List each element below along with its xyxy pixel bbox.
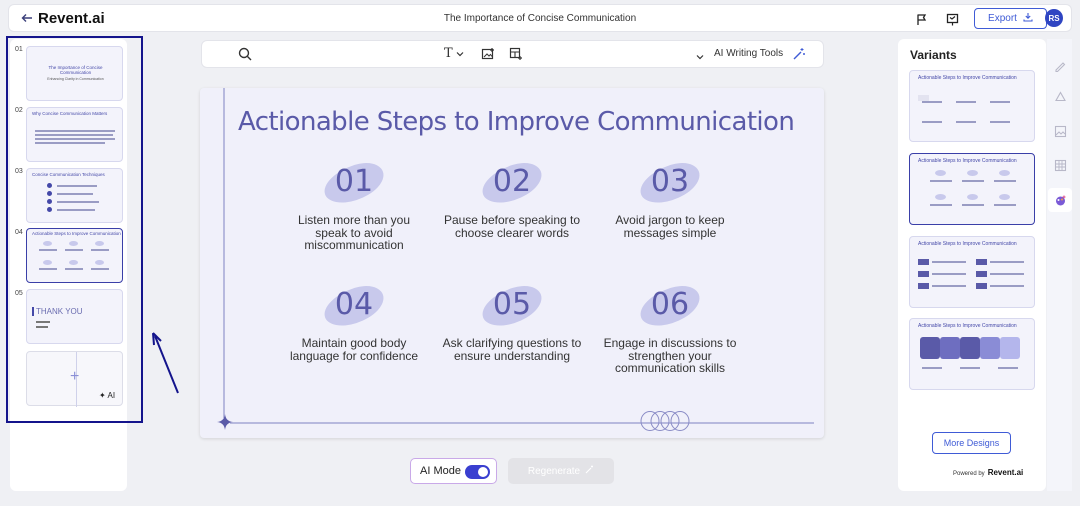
ai-mode-label: AI Mode: [420, 465, 461, 477]
slide-title[interactable]: Actionable Steps to Improve Communicatio…: [238, 107, 795, 137]
step-number: 01: [334, 164, 374, 199]
annotation-highlight-box: [6, 36, 143, 423]
step-number: 03: [650, 164, 690, 199]
step-text: Pause before speaking to choose clearer …: [443, 213, 581, 240]
annotation-arrow-icon: [152, 332, 179, 394]
text-icon[interactable]: T: [444, 46, 464, 61]
decor-rings-icon: [640, 411, 690, 431]
regenerate-button[interactable]: Regenerate: [508, 458, 614, 484]
step-item[interactable]: 04 Maintain good body language for confi…: [284, 280, 424, 363]
variant-title: Actionable Steps to Improve Communicatio…: [918, 158, 1017, 164]
step-item[interactable]: 02 Pause before speaking to choose clear…: [442, 157, 582, 240]
more-designs-button[interactable]: More Designs: [932, 432, 1011, 454]
download-icon: [1023, 12, 1033, 25]
table-icon[interactable]: [1053, 158, 1067, 172]
step-item[interactable]: 05 Ask clarifying questions to ensure un…: [442, 280, 582, 363]
step-text: Listen more than you speak to avoid misc…: [297, 213, 411, 252]
step-number: 05: [492, 287, 532, 322]
variant-card-2[interactable]: Actionable Steps to Improve Communicatio…: [909, 153, 1035, 225]
ai-writing-tools-button[interactable]: AI Writing Tools: [714, 48, 783, 59]
sparkle-icon: [217, 414, 233, 433]
variant-title: Actionable Steps to Improve Communicatio…: [918, 75, 1017, 81]
slide-canvas[interactable]: Actionable Steps to Improve Communicatio…: [200, 88, 824, 438]
variants-title: Variants: [910, 48, 957, 62]
variant-title: Actionable Steps to Improve Communicatio…: [918, 323, 1017, 329]
export-label: Export: [988, 13, 1017, 24]
present-icon[interactable]: [944, 11, 960, 27]
step-text: Avoid jargon to keep messages simple: [615, 213, 725, 240]
export-button[interactable]: Export: [974, 8, 1047, 29]
step-item[interactable]: 06 Engage in discussions to strengthen y…: [600, 280, 740, 375]
avatar[interactable]: RS: [1045, 9, 1063, 27]
search-icon[interactable]: [238, 47, 252, 64]
regenerate-label: Regenerate: [527, 465, 581, 477]
magic-wand-icon[interactable]: [792, 47, 806, 64]
flag-icon[interactable]: [914, 11, 930, 27]
document-title[interactable]: The Importance of Concise Communication: [9, 13, 1071, 24]
ai-design-icon[interactable]: [1053, 193, 1067, 207]
variant-card-1[interactable]: Actionable Steps to Improve Communicatio…: [909, 70, 1035, 142]
chevron-down-icon[interactable]: [696, 49, 704, 63]
side-tool-rail: [1047, 39, 1072, 491]
variant-card-3[interactable]: Actionable Steps to Improve Communicatio…: [909, 236, 1035, 308]
editor-toolbar: T AI Writing Tools: [201, 40, 824, 68]
decor-vertical-line: [223, 88, 225, 418]
layout-icon[interactable]: [509, 47, 523, 64]
pen-icon[interactable]: [1053, 58, 1067, 72]
image-icon[interactable]: [1053, 124, 1067, 138]
ai-mode-switch[interactable]: [465, 465, 490, 479]
step-text: Engage in discussions to strengthen your…: [603, 336, 737, 375]
image-add-icon[interactable]: [481, 47, 495, 64]
ai-mode-toggle[interactable]: AI Mode: [410, 458, 497, 484]
step-item[interactable]: 01 Listen more than you speak to avoid m…: [284, 157, 424, 252]
variant-card-4[interactable]: Actionable Steps to Improve Communicatio…: [909, 318, 1035, 390]
shapes-icon[interactable]: [1053, 90, 1067, 104]
decor-horizontal-line: [230, 422, 814, 424]
step-number: 06: [650, 287, 690, 322]
step-number: 02: [492, 164, 532, 199]
step-text: Ask clarifying questions to ensure under…: [442, 336, 582, 363]
magic-wand-icon: [585, 465, 594, 477]
powered-brand: Revent.ai: [987, 468, 1024, 477]
step-text: Maintain good body language for confiden…: [289, 336, 419, 363]
step-item[interactable]: 03 Avoid jargon to keep messages simple: [600, 157, 740, 240]
top-bar: Revent.ai The Importance of Concise Comm…: [8, 4, 1072, 32]
variant-title: Actionable Steps to Improve Communicatio…: [918, 241, 1017, 247]
step-number: 04: [334, 287, 374, 322]
powered-by-text: Powered by Revent.ai: [953, 468, 1024, 477]
